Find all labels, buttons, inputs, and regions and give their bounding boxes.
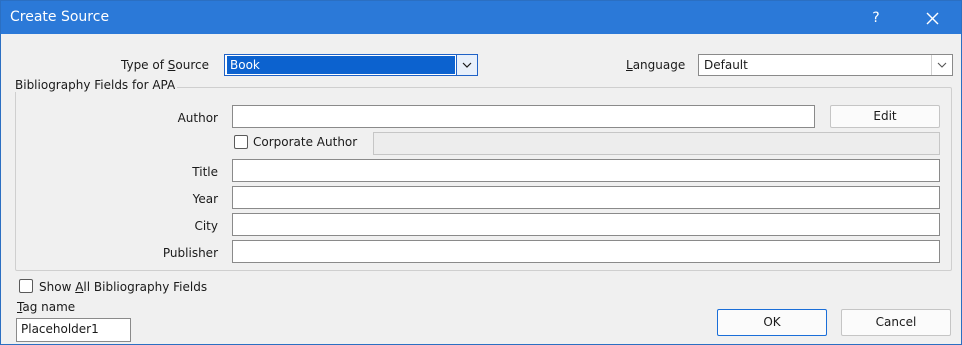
title-label: Title <box>192 165 218 179</box>
year-label: Year <box>192 192 218 206</box>
show-all-fields-label: Show All Bibliography Fields <box>39 280 207 294</box>
chevron-down-icon[interactable] <box>456 55 477 75</box>
close-icon <box>926 12 939 25</box>
close-button[interactable] <box>917 6 947 30</box>
show-all-fields-checkbox[interactable] <box>19 279 33 293</box>
type-of-source-label-post: ource <box>175 58 209 72</box>
create-source-dialog: Create Source ? Type of Source Book Lang… <box>0 0 962 345</box>
corporate-author-label: Corporate Author <box>253 135 358 149</box>
language-value: Default <box>704 58 748 72</box>
type-of-source-label: Type of Source <box>121 58 209 72</box>
city-label: City <box>194 219 218 233</box>
language-label-post: anguage <box>632 58 686 72</box>
help-button[interactable]: ? <box>864 7 888 29</box>
type-of-source-value: Book <box>227 56 455 74</box>
show-all-label-post: ll Bibliography Fields <box>83 280 208 294</box>
corporate-author-checkbox[interactable] <box>234 135 248 149</box>
year-input[interactable] <box>232 186 940 209</box>
city-input[interactable] <box>232 213 940 236</box>
edit-button[interactable]: Edit <box>830 105 940 128</box>
title-input[interactable] <box>232 159 940 182</box>
tag-name-input[interactable]: Placeholder1 <box>16 318 131 342</box>
publisher-input[interactable] <box>232 240 940 263</box>
author-label: Author <box>177 111 218 125</box>
author-input[interactable] <box>232 105 815 128</box>
cancel-button[interactable]: Cancel <box>841 309 951 336</box>
ok-button[interactable]: OK <box>717 309 827 336</box>
language-accel-key: L <box>626 58 633 72</box>
chevron-down-icon[interactable] <box>931 55 952 75</box>
corporate-author-input <box>373 132 940 155</box>
dialog-title: Create Source <box>10 9 110 25</box>
type-of-source-label-pre: Type of <box>121 58 168 72</box>
language-select[interactable]: Default <box>698 54 953 76</box>
tag-name-label: Tag name <box>17 300 75 314</box>
title-bar: Create Source ? <box>1 1 961 34</box>
type-of-source-select[interactable]: Book <box>224 54 478 76</box>
tag-name-label-post: ag name <box>22 300 76 314</box>
show-all-label-pre: Show <box>39 280 76 294</box>
group-legend: Bibliography Fields for APA <box>13 78 178 92</box>
language-label: Language <box>626 58 685 72</box>
publisher-label: Publisher <box>162 246 218 260</box>
